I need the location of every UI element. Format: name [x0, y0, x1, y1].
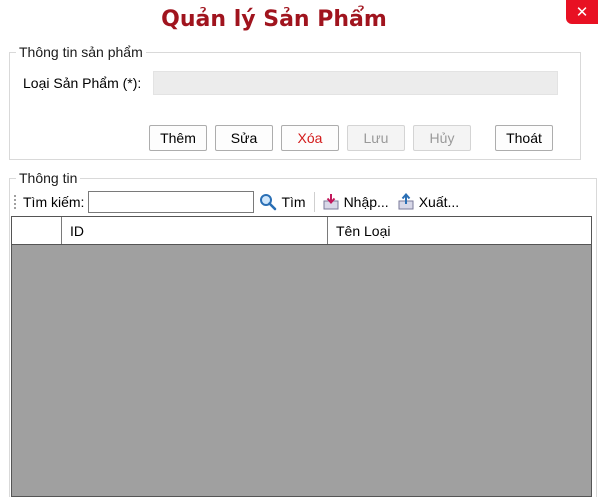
product-info-group: Thông tin sản phẩm Loại Sản Phẩm (*): Th…	[9, 44, 581, 160]
product-info-legend: Thông tin sản phẩm	[16, 44, 146, 60]
search-input[interactable]	[88, 191, 255, 213]
import-icon	[323, 194, 339, 210]
cancel-button[interactable]: Hủy	[413, 125, 471, 151]
window-title: Quản lý Sản Phẩm	[161, 7, 387, 32]
export-button-label: Xuất...	[418, 194, 460, 210]
export-button[interactable]: Xuất...	[397, 193, 459, 211]
delete-button[interactable]: Xóa	[281, 125, 339, 151]
export-icon	[398, 193, 414, 210]
magnifier-icon	[260, 194, 277, 211]
grid-header: ID Tên Loại	[12, 217, 591, 245]
import-button[interactable]: Nhập...	[322, 193, 389, 211]
save-button[interactable]: Lưu	[347, 125, 405, 151]
info-group: Thông tin Tìm kiếm: Tìm Nhập... Xuất... …	[9, 170, 597, 497]
toolbar-separator	[313, 192, 315, 212]
exit-button[interactable]: Thoát	[495, 125, 553, 151]
search-label: Tìm kiếm:	[23, 194, 85, 210]
row-header-column[interactable]	[12, 217, 62, 244]
column-header-id[interactable]: ID	[62, 217, 328, 244]
info-legend: Thông tin	[16, 170, 81, 186]
toolbar-grip[interactable]	[13, 194, 17, 210]
close-button[interactable]: ✕	[566, 0, 598, 24]
search-button[interactable]: Tìm	[259, 193, 306, 211]
column-header-name[interactable]: Tên Loại	[328, 217, 591, 244]
search-button-label: Tìm	[281, 194, 306, 210]
edit-button[interactable]: Sửa	[215, 125, 273, 151]
import-button-label: Nhập...	[343, 194, 389, 210]
toolbar: Tìm kiếm: Tìm Nhập... Xuất...	[10, 189, 596, 215]
add-button[interactable]: Thêm	[149, 125, 207, 151]
category-label: Loại Sản Phẩm (*):	[23, 75, 142, 91]
close-icon: ✕	[575, 4, 589, 21]
category-input[interactable]	[153, 71, 558, 95]
data-grid[interactable]: ID Tên Loại	[11, 216, 592, 497]
